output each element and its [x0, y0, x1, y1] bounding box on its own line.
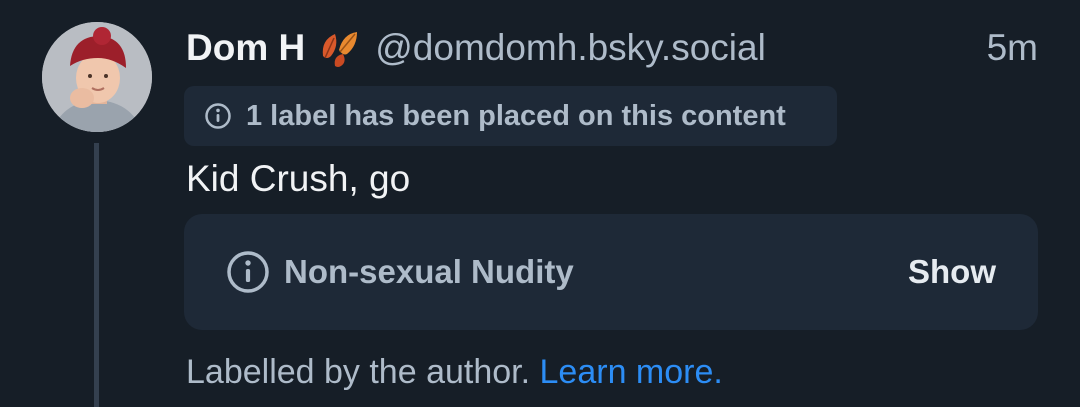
falling-leaves-icon: [317, 26, 361, 70]
user-handle[interactable]: @domdomh.bsky.social: [375, 27, 766, 69]
info-icon: [205, 103, 231, 129]
content-warning[interactable]: Non-sexual Nudity Show: [184, 214, 1038, 330]
learn-more-link[interactable]: Learn more.: [540, 353, 723, 391]
thread-line: [94, 143, 99, 407]
label-notice-text: 1 label has been placed on this content: [246, 99, 786, 132]
content-warning-label: Non-sexual Nudity: [284, 253, 574, 290]
avatar[interactable]: [42, 22, 152, 132]
label-source-note: Labelled by the author. Learn more.: [186, 353, 723, 392]
display-name[interactable]: Dom H: [186, 27, 305, 69]
post-timestamp[interactable]: 5m: [987, 27, 1038, 69]
post[interactable]: Dom H @domdomh.bsky.social 5m 1 label ha…: [0, 0, 1080, 407]
post-header: Dom H @domdomh.bsky.social 5m: [186, 24, 1038, 72]
label-source-text: Labelled by the author.: [186, 353, 531, 391]
post-text: Kid Crush, go: [186, 158, 411, 199]
show-button[interactable]: Show: [908, 253, 996, 291]
label-notice-button[interactable]: 1 label has been placed on this content: [184, 86, 837, 146]
info-icon: [227, 251, 269, 293]
